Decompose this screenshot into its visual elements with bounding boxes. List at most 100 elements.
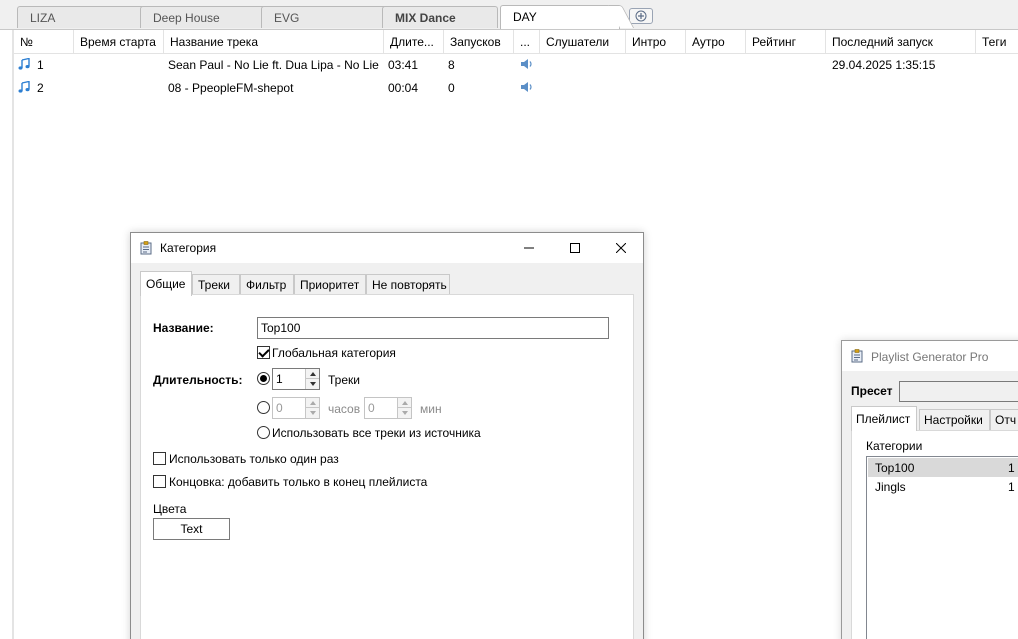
app-icon xyxy=(140,241,154,258)
column-header-number[interactable]: № xyxy=(14,30,74,54)
maximize-icon xyxy=(570,243,580,253)
track-plays: 0 xyxy=(448,81,455,95)
tab-filter[interactable]: Фильтр xyxy=(240,274,294,295)
speaker-icon[interactable] xyxy=(518,54,540,76)
tab-deep-house[interactable]: Deep House xyxy=(140,6,281,29)
grid-header: № Время старта Название трека Длите... З… xyxy=(14,30,1018,54)
table-row[interactable]: 2 08 - PpeopleFM-shepot 00:04 0 xyxy=(14,77,1018,99)
column-header-listeners[interactable]: Слушатели xyxy=(540,30,626,54)
tab-reports[interactable]: Отч xyxy=(990,409,1018,430)
table-row[interactable]: 1 Sean Paul - No Lie ft. Dua Lipa - No L… xyxy=(14,54,1018,76)
playlist-tab-panel: Категории Top100 1 Т Jingls 1 Т xyxy=(851,430,1018,639)
column-header-more[interactable]: ... xyxy=(514,30,540,54)
spin-down-icon[interactable] xyxy=(397,408,411,418)
close-button[interactable] xyxy=(598,233,644,263)
track-title: Sean Paul - No Lie ft. Dua Lipa - No Lie xyxy=(168,58,379,72)
list-item[interactable]: Top100 1 Т xyxy=(868,458,1018,477)
column-header-last-run[interactable]: Последний запуск xyxy=(826,30,976,54)
text-color-button[interactable]: Text xyxy=(153,518,230,540)
hours-unit-label: часов xyxy=(328,402,361,416)
global-category-label: Глобальная категория xyxy=(272,346,396,360)
tab-no-repeat[interactable]: Не повторять xyxy=(366,274,450,295)
maximize-button[interactable] xyxy=(552,233,598,263)
column-header-tags[interactable]: Теги xyxy=(976,30,1018,54)
hours-stepper[interactable]: 0 xyxy=(272,397,320,419)
tab-day[interactable]: DAY xyxy=(500,5,635,29)
time-radio[interactable] xyxy=(257,401,270,414)
column-header-duration[interactable]: Длите... xyxy=(384,30,444,54)
tab-liza[interactable]: LIZA xyxy=(17,6,160,29)
tab-label: LIZA xyxy=(30,11,56,25)
column-header-track-name[interactable]: Название трека xyxy=(164,30,384,54)
spin-down-icon[interactable] xyxy=(305,379,319,389)
tab-label: MIX Dance xyxy=(395,11,456,25)
minutes-unit-label: мин xyxy=(420,402,442,416)
name-input[interactable]: Top100 xyxy=(257,317,609,339)
minimize-button[interactable] xyxy=(506,233,552,263)
ending-checkbox[interactable] xyxy=(153,475,166,488)
dialog-title: Категория xyxy=(160,241,217,255)
column-header-rating[interactable]: Рейтинг xyxy=(746,30,826,54)
track-duration: 00:04 xyxy=(388,81,419,95)
categories-list[interactable]: Top100 1 Т Jingls 1 Т xyxy=(866,456,1018,639)
category-name: Top100 xyxy=(875,461,915,475)
row-number: 1 xyxy=(37,58,44,72)
music-note-icon xyxy=(18,57,30,73)
spin-down-icon[interactable] xyxy=(305,408,319,418)
tab-priority[interactable]: Приоритет xyxy=(294,274,366,295)
tab-mix-dance[interactable]: MIX Dance xyxy=(382,6,513,29)
hours-value: 0 xyxy=(276,401,283,415)
pgp-title: Playlist Generator Pro xyxy=(871,350,989,364)
dialog-title-bar[interactable]: Категория xyxy=(131,233,643,263)
global-category-checkbox[interactable] xyxy=(257,346,270,359)
colors-label: Цвета xyxy=(153,502,187,516)
tab-label: DAY xyxy=(513,10,537,24)
playlist-generator-window: Playlist Generator Pro Пресет Плейлист Н… xyxy=(841,340,1018,639)
pgp-title-bar[interactable]: Playlist Generator Pro xyxy=(842,341,1018,371)
category-count: 1 Т xyxy=(1008,461,1018,475)
tab-tracks[interactable]: Треки xyxy=(192,274,240,295)
close-icon xyxy=(616,243,626,253)
only-once-checkbox[interactable] xyxy=(153,452,166,465)
add-tab-plus-icon xyxy=(635,10,647,22)
column-header-intro[interactable]: Интро xyxy=(626,30,686,54)
category-count: 1 Т xyxy=(1008,480,1018,494)
spin-up-icon[interactable] xyxy=(305,398,319,408)
tracks-value: 1 xyxy=(276,372,283,386)
tab-evg[interactable]: EVG xyxy=(261,6,402,29)
column-header-plays[interactable]: Запусков xyxy=(444,30,514,54)
minimize-icon xyxy=(524,247,534,249)
tab-playlist[interactable]: Плейлист xyxy=(851,406,917,431)
music-note-icon xyxy=(18,80,30,96)
tracks-unit-label: Треки xyxy=(328,373,360,387)
name-label: Название: xyxy=(153,321,214,335)
track-duration: 03:41 xyxy=(388,58,419,72)
column-header-start-time[interactable]: Время старта xyxy=(74,30,164,54)
categories-label: Категории xyxy=(866,439,923,453)
tab-general[interactable]: Общие xyxy=(140,271,192,296)
tab-label: Deep House xyxy=(153,11,220,25)
category-dialog: Категория Общие Треки Фильтр Приоритет Н… xyxy=(130,232,644,639)
tracks-stepper[interactable]: 1 xyxy=(272,368,320,390)
track-last-run: 29.04.2025 1:35:15 xyxy=(832,58,936,72)
list-item[interactable]: Jingls 1 Т xyxy=(868,477,1018,496)
track-title: 08 - PpeopleFM-shepot xyxy=(168,81,294,95)
document-tab-strip: LIZA Deep House EVG MIX Dance DAY xyxy=(0,0,1018,30)
preset-select[interactable] xyxy=(899,381,1018,402)
tab-settings[interactable]: Настройки xyxy=(919,409,990,430)
column-header-outro[interactable]: Аутро xyxy=(686,30,746,54)
track-plays: 8 xyxy=(448,58,455,72)
add-tab-button[interactable] xyxy=(629,8,653,24)
app-icon xyxy=(851,349,865,366)
row-number: 2 xyxy=(37,81,44,95)
spin-up-icon[interactable] xyxy=(397,398,411,408)
preset-label: Пресет xyxy=(851,384,893,398)
tab-label: EVG xyxy=(274,11,300,25)
minutes-stepper[interactable]: 0 xyxy=(364,397,412,419)
use-all-tracks-radio[interactable] xyxy=(257,426,270,439)
spin-up-icon[interactable] xyxy=(305,369,319,379)
speaker-icon[interactable] xyxy=(518,77,540,99)
use-all-tracks-label: Использовать все треки из источника xyxy=(272,426,481,440)
tracks-radio[interactable] xyxy=(257,372,270,385)
category-name: Jingls xyxy=(875,480,906,494)
